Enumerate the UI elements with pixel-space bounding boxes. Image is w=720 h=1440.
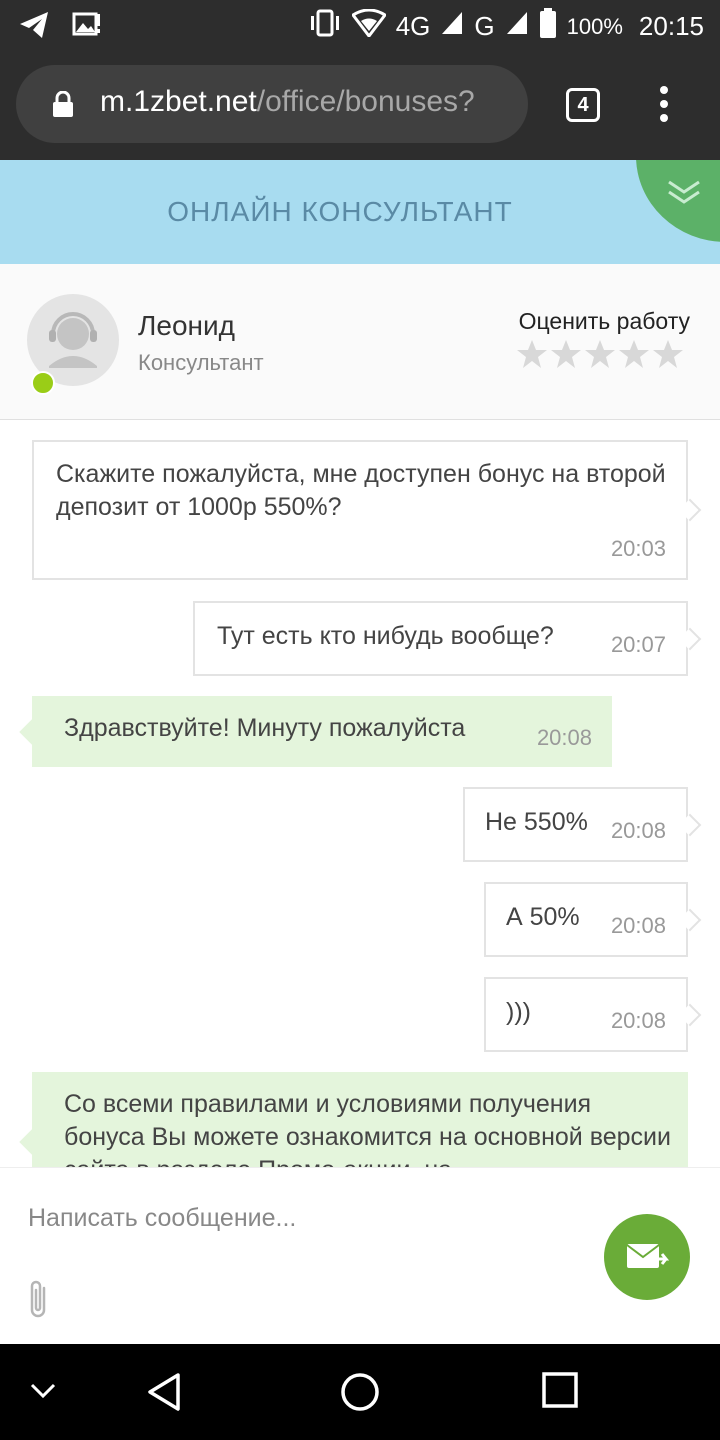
message-bubble: Не 550% 20:08 — [463, 787, 688, 862]
back-button[interactable] — [146, 1372, 182, 1416]
message-bubble: ))) 20:08 — [484, 977, 688, 1052]
message-text: Со всеми правилами и условиями получения… — [64, 1090, 671, 1167]
tab-switcher-button[interactable]: 4 — [566, 88, 600, 122]
message-bubble: Здравствуйте! Минуту пожалуйста 20:08 — [32, 696, 612, 767]
image-notification-icon — [72, 10, 102, 44]
star-icon[interactable] — [584, 338, 616, 370]
browser-toolbar: m.1zbet.net/office/bonuses? 4 — [0, 52, 720, 160]
consultant-role: Консультант — [138, 350, 264, 375]
telegram-icon — [18, 10, 50, 44]
message-bubble: Со всеми правилами и условиями получения… — [32, 1072, 688, 1167]
attach-file-button[interactable] — [28, 1280, 50, 1324]
network-type-secondary: G — [474, 11, 495, 41]
url-text: m.1zbet.net/office/bonuses? — [100, 85, 475, 119]
chat-header: ОНЛАЙН КОНСУЛЬТАНТ — [0, 160, 720, 264]
message-composer — [0, 1167, 720, 1344]
battery-icon — [539, 8, 557, 45]
system-navigation-bar — [0, 1344, 720, 1440]
message-text: Тут есть кто нибудь вообще? — [217, 622, 554, 650]
vibrate-icon — [308, 9, 342, 44]
clock: 20:15 — [638, 11, 704, 41]
chat-title: ОНЛАЙН КОНСУЛЬТАНТ — [167, 196, 513, 227]
star-icon[interactable] — [516, 338, 548, 370]
star-icon[interactable] — [550, 338, 582, 370]
status-bar: 4G G 100% 20:15 — [0, 0, 720, 52]
message-time: 20:08 — [610, 818, 666, 843]
collapse-chat-button[interactable] — [636, 160, 720, 242]
message-bubble: А 50% 20:08 — [484, 882, 688, 957]
home-circle-icon — [341, 1373, 379, 1411]
message-time: 20:08 — [610, 1008, 666, 1033]
message-time: 20:03 — [610, 536, 666, 561]
menu-dot — [660, 100, 668, 108]
url-host: m.1zbet.net — [100, 85, 257, 118]
message-text: Не 550% — [485, 808, 588, 836]
message-text: Здравствуйте! Минуту пожалуйста — [64, 714, 466, 742]
star-icon[interactable] — [652, 338, 684, 370]
message-time: 20:08 — [610, 913, 666, 938]
menu-dot — [660, 86, 668, 94]
network-type: 4G — [395, 11, 431, 41]
url-path: /office/bonuses? — [256, 85, 475, 118]
message-list[interactable]: Скажите пожалуйста, мне доступен бонус н… — [0, 421, 720, 1167]
chevron-down-icon — [30, 1383, 56, 1399]
recents-button[interactable] — [542, 1372, 578, 1412]
message-bubble: Скажите пожалуйста, мне доступен бонус н… — [32, 440, 688, 580]
hide-keyboard-button[interactable] — [30, 1382, 56, 1404]
signal-icon — [440, 10, 464, 43]
star-icon[interactable] — [618, 338, 650, 370]
send-button[interactable] — [604, 1214, 690, 1300]
wifi-icon — [350, 8, 387, 44]
home-button[interactable] — [340, 1372, 380, 1416]
rate-label: Оценить работу — [518, 308, 690, 334]
lock-icon — [52, 90, 74, 121]
online-status-indicator — [31, 371, 55, 395]
message-time: 20:08 — [536, 725, 592, 750]
consultant-panel: Леонид Консультант Оценить работу — [0, 264, 720, 420]
recents-square-icon — [542, 1372, 578, 1408]
signal-icon-secondary — [505, 10, 529, 43]
battery-level: 100% — [566, 13, 623, 39]
browser-menu-button[interactable] — [652, 86, 676, 126]
message-time: 20:07 — [610, 632, 666, 657]
paperclip-icon — [30, 1280, 46, 1318]
consultant-name: Леонид — [138, 310, 235, 341]
menu-dot — [660, 114, 668, 122]
back-triangle-icon — [148, 1373, 180, 1411]
rating-stars — [516, 338, 684, 370]
message-input[interactable] — [28, 1198, 588, 1238]
address-bar[interactable]: m.1zbet.net/office/bonuses? — [16, 65, 528, 143]
double-chevron-down-icon — [668, 180, 700, 204]
message-bubble: Тут есть кто нибудь вообще? 20:07 — [193, 601, 688, 676]
message-text: А 50% — [506, 903, 580, 931]
message-text: Скажите пожалуйста, мне доступен бонус н… — [56, 460, 666, 521]
message-text: ))) — [506, 998, 531, 1026]
send-envelope-icon — [626, 1244, 670, 1268]
